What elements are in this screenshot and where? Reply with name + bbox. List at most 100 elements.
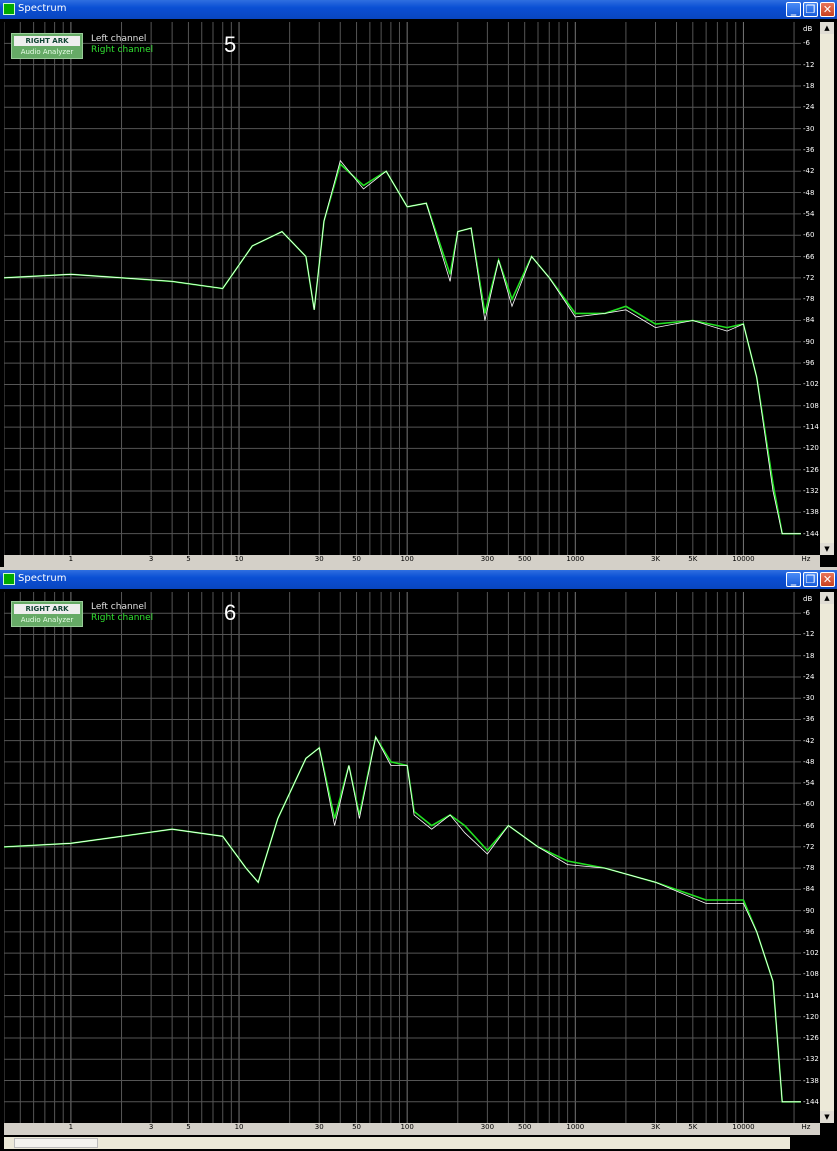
zoom-icon[interactable]: ⊕ bbox=[822, 1124, 832, 1134]
x-tick-label: 300 bbox=[480, 1123, 495, 1131]
y-tick-label: -114 bbox=[803, 991, 819, 1000]
scroll-down-button[interactable]: ▼ bbox=[820, 1111, 834, 1123]
y-tick-label: -96 bbox=[803, 359, 815, 368]
y-tick-label: -108 bbox=[803, 401, 819, 410]
scroll-thumb[interactable] bbox=[14, 1138, 98, 1148]
window-title: Spectrum bbox=[18, 3, 67, 14]
left-channel-line bbox=[4, 735, 801, 1103]
horizontal-scrollbar[interactable] bbox=[4, 1137, 790, 1149]
x-tick-label: 3K bbox=[650, 1123, 661, 1131]
title-bar[interactable]: Spectrum _ ❐ ✕ bbox=[0, 570, 837, 589]
zoom-in-icon[interactable]: ⊕ bbox=[797, 1138, 807, 1148]
y-tick-label: -54 bbox=[803, 779, 815, 788]
y-tick-label: -126 bbox=[803, 465, 819, 474]
y-tick-label: -6 bbox=[803, 39, 810, 48]
y-tick-label: -96 bbox=[803, 927, 815, 936]
x-tick-label: 500 bbox=[517, 1123, 532, 1131]
maximize-button[interactable]: ❐ bbox=[803, 2, 818, 17]
y-tick-label: -48 bbox=[803, 188, 815, 197]
x-tick-label: 300 bbox=[480, 555, 495, 563]
scroll-down-button[interactable]: ▼ bbox=[820, 543, 834, 555]
app-icon bbox=[3, 3, 15, 15]
minimize-button[interactable]: _ bbox=[786, 2, 801, 17]
y-tick-label: -126 bbox=[803, 1034, 819, 1043]
x-unit-label: Hz bbox=[801, 1123, 811, 1131]
y-unit-label: dB bbox=[803, 595, 813, 603]
legend-left-channel: Left channel bbox=[91, 602, 147, 612]
logo-text-top: RIGHT ARK bbox=[14, 604, 80, 614]
y-tick-label: -36 bbox=[803, 145, 815, 154]
scroll-up-button[interactable]: ▲ bbox=[820, 592, 834, 604]
y-tick-label: -144 bbox=[803, 1097, 819, 1106]
y-tick-label: -66 bbox=[803, 252, 815, 261]
x-tick-label: 10000 bbox=[732, 555, 755, 563]
logo-text-bottom: Audio Analyzer bbox=[20, 616, 74, 624]
x-tick-label: 10000 bbox=[732, 1123, 755, 1131]
y-tick-label: -42 bbox=[803, 736, 815, 745]
y-tick-label: -72 bbox=[803, 842, 815, 851]
y-tick-label: -84 bbox=[803, 316, 815, 325]
rightmark-logo: RIGHT ARK Audio Analyzer bbox=[11, 601, 83, 627]
vertical-scrollbar[interactable]: ▲ ▼ bbox=[820, 592, 834, 1123]
spectrum-window-2: Spectrum _ ❐ ✕ dB -6 -12 -18 -24 -30 -36 -42 -4… bbox=[0, 570, 837, 1151]
frequency-axis: Hz ⊕ 1 3 5 10 30 50 100 300 500 1000 3K 5K 10000 bbox=[4, 1123, 831, 1135]
rightmark-logo: RIGHT ARK Audio Analyzer bbox=[11, 33, 83, 59]
y-tick-label: -48 bbox=[803, 757, 815, 766]
y-tick-label: -66 bbox=[803, 821, 815, 830]
logo-text-bottom: Audio Analyzer bbox=[20, 48, 74, 56]
y-tick-label: -78 bbox=[803, 295, 815, 304]
zoom-out-icon[interactable]: ⊖ bbox=[809, 1138, 819, 1148]
right-channel-line bbox=[4, 162, 801, 535]
x-tick-label: 30 bbox=[314, 555, 324, 563]
x-tick-label: 5 bbox=[186, 555, 191, 563]
y-tick-label: -114 bbox=[803, 423, 819, 432]
zoom-icon[interactable]: ⊕ bbox=[822, 556, 832, 566]
zoom-reset-icon[interactable]: ⊖ bbox=[821, 1138, 831, 1148]
plot-marker: 6 bbox=[224, 600, 237, 625]
y-tick-label: -54 bbox=[803, 209, 815, 218]
frequency-axis: Hz ⊕ 1 3 5 10 30 50 100 300 500 1000 3K 5K 10000 bbox=[4, 555, 831, 567]
x-tick-label: 500 bbox=[517, 555, 532, 563]
x-tick-label: 5K bbox=[688, 555, 698, 563]
db-axis: dB -6 -12 -18 -24 -30 -36 -42 -48 -54 -60 -66 -72 -7… bbox=[801, 592, 819, 1123]
x-tick-label: 50 bbox=[352, 1123, 362, 1131]
x-unit-label: Hz bbox=[801, 555, 811, 563]
close-button[interactable]: ✕ bbox=[820, 2, 835, 17]
x-tick-label: 3 bbox=[148, 555, 154, 563]
y-tick-label: -102 bbox=[803, 949, 819, 958]
y-tick-label: -24 bbox=[803, 103, 815, 112]
y-tick-label: -84 bbox=[803, 885, 815, 894]
logo-text-top: RIGHT ARK bbox=[14, 36, 80, 46]
spectrum-plot[interactable] bbox=[4, 22, 801, 555]
y-tick-label: -18 bbox=[803, 81, 815, 90]
spectrum-plot[interactable] bbox=[4, 592, 801, 1123]
title-bar[interactable]: Spectrum _ ❐ ✕ bbox=[0, 0, 837, 19]
y-tick-label: -132 bbox=[803, 1055, 819, 1064]
spectrum-window-1: Spectrum _ ❐ ✕ dB -6 -12 -18 -24 -30 -36 -42 -4… bbox=[0, 0, 837, 567]
y-tick-label: -60 bbox=[803, 800, 815, 809]
legend-left-channel: Left channel bbox=[91, 34, 147, 44]
y-tick-label: -138 bbox=[803, 1076, 819, 1085]
x-tick-label: 100 bbox=[400, 555, 414, 563]
vertical-scrollbar[interactable]: ▲ ▼ bbox=[820, 22, 834, 555]
scroll-up-button[interactable]: ▲ bbox=[820, 22, 834, 34]
y-tick-label: -72 bbox=[803, 273, 815, 282]
x-tick-label: 1 bbox=[68, 555, 74, 563]
y-tick-label: -30 bbox=[803, 694, 815, 703]
x-tick-label: 50 bbox=[352, 555, 362, 563]
y-tick-label: -30 bbox=[803, 124, 815, 133]
y-tick-label: -12 bbox=[803, 630, 815, 639]
y-tick-label: -36 bbox=[803, 715, 815, 724]
y-tick-label: -120 bbox=[803, 444, 819, 453]
minimize-button[interactable]: _ bbox=[786, 572, 801, 587]
legend-right-channel: Right channel bbox=[91, 613, 154, 623]
x-tick-label: 3 bbox=[148, 1123, 154, 1131]
y-tick-label: -102 bbox=[803, 380, 819, 389]
right-channel-line bbox=[4, 734, 801, 1103]
y-tick-label: -120 bbox=[803, 1012, 819, 1021]
close-button[interactable]: ✕ bbox=[820, 572, 835, 587]
y-tick-label: -90 bbox=[803, 337, 815, 346]
x-tick-label: 3K bbox=[650, 555, 661, 563]
maximize-button[interactable]: ❐ bbox=[803, 572, 818, 587]
plot-marker: 5 bbox=[224, 32, 237, 57]
